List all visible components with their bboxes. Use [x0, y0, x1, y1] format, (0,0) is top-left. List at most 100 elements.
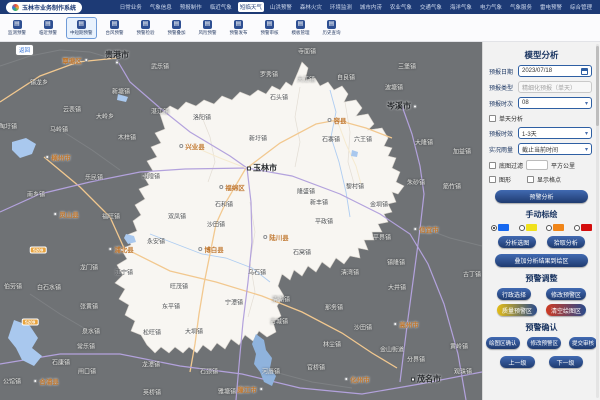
pager-button[interactable]: 下一级: [549, 356, 583, 368]
sub-menu-item[interactable]: ▤模板管理: [288, 17, 314, 39]
radio-icon[interactable]: [491, 225, 497, 231]
map-back-link[interactable]: 返回: [16, 45, 33, 55]
filter-unit-label: 平方公里: [551, 161, 575, 170]
chevron-down-icon: ▾: [585, 130, 588, 137]
sub-menu-item[interactable]: ▤中短期预警: [66, 17, 97, 39]
map-canvas[interactable]: 镇龙乡武乐镇新塘镇云表镇大岭乡湛江镇马岭镇陶圩镇木梓镇乐民镇南乡镇福旺镇寺面镇罗…: [0, 42, 482, 400]
top-menu-item[interactable]: 海洋气象: [448, 2, 474, 12]
confirm-button[interactable]: 绘图区确认: [486, 337, 520, 349]
top-menu-item[interactable]: 农业气象: [388, 2, 414, 12]
adjust-button[interactable]: 行政选择: [497, 288, 531, 300]
map-base: [0, 42, 482, 400]
manual-section-title: 手动标绘: [483, 209, 600, 220]
calendar-icon[interactable]: [581, 68, 588, 75]
top-menu-item[interactable]: 综合管理: [568, 2, 594, 12]
top-menu-item[interactable]: 日常业务: [118, 2, 144, 12]
confirm-button[interactable]: 提交审核: [569, 337, 597, 349]
draw-color-group: [491, 224, 592, 231]
confirm-section-title: 预警确认: [483, 322, 600, 333]
draw-color-option-orange[interactable]: [546, 224, 564, 231]
top-menu-item[interactable]: 雷电预警: [538, 2, 564, 12]
top-menu-item[interactable]: 预报制作: [178, 2, 204, 12]
adjust-button[interactable]: 清空绘图区: [546, 304, 586, 316]
top-menu-item[interactable]: 气象信息: [148, 2, 174, 12]
sub-menu-item[interactable]: ▤预警发布: [226, 17, 252, 39]
graphic-checkbox[interactable]: [489, 176, 496, 183]
top-menu-item[interactable]: 交通气象: [418, 2, 444, 12]
single-day-row: 单天分析: [489, 114, 592, 123]
document-icon: ▤: [110, 20, 119, 29]
color-swatch-orange: [553, 224, 564, 231]
forecast-time-select[interactable]: 08 ▾: [518, 97, 592, 109]
chevron-down-icon: ▾: [585, 146, 588, 153]
app-root: 玉林市业务制作系统 日常业务气象信息预报制作临近气象短临天气山洪预警森林火灾环境…: [0, 0, 600, 400]
confirm-button[interactable]: 修改预警区: [527, 337, 561, 349]
grid-label: 显示格点: [537, 175, 561, 184]
panel-title: 模型分析: [483, 49, 600, 61]
sub-menu-item[interactable]: ▤预警检验: [133, 17, 159, 39]
top-menu-item[interactable]: 城市内涝: [358, 2, 384, 12]
app-logo: 玉林市业务制作系统: [6, 2, 82, 13]
manual-action-button[interactable]: 拾取分析: [547, 236, 585, 248]
adjust-button[interactable]: 修改预警区: [546, 288, 586, 300]
forecast-date-value: 2023/07/18: [522, 68, 552, 74]
color-swatch-blue: [498, 224, 509, 231]
sub-menu-item[interactable]: ▤预警审核: [257, 17, 283, 39]
sub-menu-item-label: 监测预警: [8, 30, 26, 36]
document-icon: ▤: [141, 20, 150, 29]
manual-action-button[interactable]: 分析选图: [498, 236, 536, 248]
draw-color-option-red[interactable]: [574, 224, 592, 231]
draw-color-option-yellow[interactable]: [519, 224, 537, 231]
sub-menu-item[interactable]: ▤历史查询: [319, 17, 345, 39]
overlay-result-button[interactable]: 叠加分析结果到绘区: [495, 254, 588, 267]
graphic-label: 图形: [499, 175, 511, 184]
top-menu-item[interactable]: 山洪预警: [268, 2, 294, 12]
radio-icon[interactable]: [546, 225, 552, 231]
pager-buttons: 上一级 下一级: [483, 356, 600, 368]
analyze-button[interactable]: 预警分析: [495, 190, 588, 203]
top-menu-item[interactable]: 电力气象: [478, 2, 504, 12]
sub-menu-item-label: 台风预警: [106, 30, 124, 36]
grid-checkbox[interactable]: [527, 176, 534, 183]
forecast-type-value: 精细化预报（单天）: [522, 83, 576, 92]
single-day-label: 单天分析: [499, 114, 523, 123]
graphic-row: 图形 显示格点: [489, 175, 592, 184]
sub-menu-item-label: 预警检验: [137, 30, 155, 36]
top-menu-item[interactable]: 气象服务: [508, 2, 534, 12]
sub-menu-item[interactable]: ▤监测预警: [4, 17, 30, 39]
document-icon: ▤: [77, 20, 86, 29]
rain-value: 截止当前时间: [522, 145, 558, 154]
filter-area-input[interactable]: [526, 160, 548, 170]
forecast-validity-select[interactable]: 1-3天 ▾: [518, 127, 592, 139]
filter-checkbox[interactable]: [489, 162, 496, 169]
adjust-buttons-row2: 质量预警区清空绘图区: [497, 304, 586, 316]
top-menu-item[interactable]: 临近气象: [208, 2, 234, 12]
chevron-down-icon: ▾: [585, 100, 588, 107]
filter-label: 底图过滤: [499, 161, 523, 170]
forecast-date-input[interactable]: 2023/07/18: [518, 65, 592, 77]
filter-row: 底图过滤 平方公里: [489, 160, 592, 170]
color-swatch-yellow: [526, 224, 537, 231]
sub-menu-item[interactable]: ▤预警叠加: [164, 17, 190, 39]
sub-menu: ▤监测预警▤临近预警▤中短期预警▤台风预警▤预警检验▤预警叠加▤风险预警▤预警发…: [0, 14, 600, 42]
top-menu-item[interactable]: 森林火灾: [298, 2, 324, 12]
adjust-button[interactable]: 质量预警区: [497, 304, 537, 316]
confirm-buttons: 绘图区确认修改预警区提交审核: [486, 337, 597, 349]
single-day-checkbox[interactable]: [489, 115, 496, 122]
draw-color-option-blue[interactable]: [491, 224, 509, 231]
sub-menu-item[interactable]: ▤台风预警: [102, 17, 128, 39]
sub-menu-item-label: 临近预警: [39, 30, 57, 36]
sub-menu-item[interactable]: ▤风险预警: [195, 17, 221, 39]
panel-scrollbar[interactable]: [596, 44, 599, 398]
radio-icon[interactable]: [574, 225, 580, 231]
radio-icon[interactable]: [519, 225, 525, 231]
rain-select[interactable]: 截止当前时间 ▾: [518, 143, 592, 155]
analysis-panel: 模型分析 预报日期 2023/07/18 预报类型 精细化预报（单天） 预报时次…: [482, 42, 600, 400]
sub-menu-item[interactable]: ▤临近预警: [35, 17, 61, 39]
pager-button[interactable]: 上一级: [500, 356, 534, 368]
forecast-time-label: 预报时次: [489, 99, 518, 108]
forecast-validity-label: 预报时效: [489, 129, 518, 138]
top-menu-item[interactable]: 短临天气: [238, 2, 264, 12]
sub-menu-item-label: 预警审核: [261, 30, 279, 36]
top-menu-item[interactable]: 环境监测: [328, 2, 354, 12]
